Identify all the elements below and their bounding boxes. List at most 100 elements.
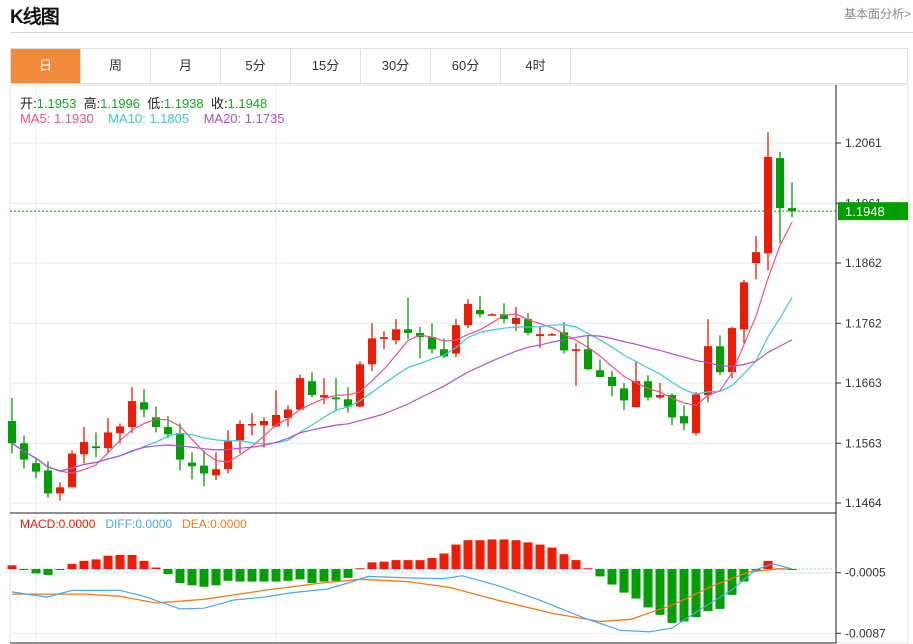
candle-body bbox=[224, 441, 232, 470]
candle-body bbox=[392, 329, 400, 341]
diff-value: DIFF:0.0000 bbox=[105, 517, 173, 531]
candle bbox=[572, 343, 580, 387]
candle-body bbox=[236, 423, 244, 441]
candle bbox=[128, 387, 136, 434]
candle-body bbox=[464, 304, 472, 326]
candle-body bbox=[32, 463, 40, 472]
candle bbox=[740, 279, 748, 344]
macd-bar bbox=[223, 569, 233, 581]
macd-bar bbox=[643, 569, 653, 608]
macd-bar bbox=[79, 560, 89, 569]
close-value: 1.1948 bbox=[227, 96, 268, 111]
candle-body bbox=[740, 282, 748, 330]
ma5-value: MA5: 1.1930 bbox=[20, 111, 94, 126]
macd-bar bbox=[343, 569, 353, 578]
macd-bar bbox=[307, 569, 317, 584]
macd-bar bbox=[571, 560, 581, 569]
macd-bar bbox=[439, 553, 449, 569]
macd-bar bbox=[103, 555, 113, 569]
candle bbox=[596, 359, 604, 377]
open-value: 1.1953 bbox=[36, 96, 77, 111]
macd-tick-label: -0.0005 bbox=[845, 566, 886, 580]
candle bbox=[140, 389, 148, 418]
macd-bar bbox=[607, 569, 617, 585]
macd-bar bbox=[427, 557, 437, 569]
macd-bar bbox=[415, 560, 425, 569]
candle bbox=[80, 427, 88, 464]
candle-body bbox=[92, 446, 100, 449]
candle bbox=[728, 326, 736, 379]
candle bbox=[524, 313, 532, 336]
macd-bar bbox=[7, 565, 17, 569]
candle bbox=[680, 405, 688, 431]
candle-body bbox=[596, 370, 604, 377]
macd-bar bbox=[319, 569, 329, 582]
macd-bar bbox=[19, 569, 29, 570]
candle bbox=[224, 430, 232, 474]
macd-bar bbox=[67, 563, 77, 569]
candle bbox=[92, 432, 100, 458]
candle-body bbox=[572, 349, 580, 352]
macd-bar bbox=[331, 569, 341, 581]
macd-bar bbox=[487, 539, 497, 569]
high-label: 高: bbox=[83, 96, 101, 111]
low-value: 1.1938 bbox=[163, 96, 204, 111]
candle bbox=[248, 413, 256, 436]
candle-body bbox=[380, 337, 388, 339]
macd-bar bbox=[547, 547, 557, 569]
candle-body bbox=[632, 381, 640, 408]
candle-body bbox=[584, 349, 592, 370]
close-label: 收: bbox=[210, 96, 228, 111]
candle bbox=[752, 235, 760, 280]
candle-body bbox=[428, 337, 436, 350]
candle bbox=[308, 372, 316, 398]
candle-body bbox=[332, 397, 340, 400]
macd-bar bbox=[403, 560, 413, 569]
macd-bar bbox=[55, 569, 65, 570]
candle-body bbox=[320, 395, 328, 398]
candle-body bbox=[56, 487, 64, 494]
candle bbox=[488, 313, 496, 316]
candle bbox=[560, 322, 568, 354]
price-tick-label: 1.1762 bbox=[845, 316, 882, 330]
candle-body bbox=[608, 376, 616, 387]
candle-body bbox=[620, 388, 628, 401]
candle bbox=[584, 335, 592, 371]
macd-bar bbox=[631, 569, 641, 599]
macd-bar bbox=[139, 560, 149, 569]
macd-bar bbox=[127, 554, 137, 569]
candle bbox=[608, 370, 616, 397]
candle bbox=[416, 326, 424, 359]
candle bbox=[452, 319, 460, 358]
dea-value: DEA:0.0000 bbox=[182, 517, 247, 531]
candle bbox=[620, 382, 628, 411]
candle-body bbox=[248, 423, 256, 426]
candle-body bbox=[764, 156, 772, 254]
macd-bar bbox=[619, 569, 629, 593]
macd-bar bbox=[283, 569, 293, 581]
macd-bar bbox=[163, 569, 173, 575]
candle-body bbox=[128, 401, 136, 428]
high-value: 1.1996 bbox=[100, 96, 141, 111]
candle bbox=[296, 374, 304, 411]
macd-bar bbox=[91, 559, 101, 569]
macd-bar bbox=[247, 569, 257, 582]
ohlc-info: 开:1.1953 高:1.1996 低:1.1938 收:1.1948 bbox=[20, 93, 267, 112]
candle-body bbox=[296, 378, 304, 410]
candle bbox=[716, 335, 724, 376]
macd-bar bbox=[259, 569, 269, 582]
candle bbox=[692, 392, 700, 436]
candle-body bbox=[8, 420, 16, 444]
ma5-line bbox=[11, 221, 793, 474]
macd-bar bbox=[115, 554, 125, 569]
candle-body bbox=[752, 252, 760, 263]
macd-value: MACD:0.0000 bbox=[20, 517, 96, 531]
candle bbox=[188, 452, 196, 480]
macd-bar bbox=[151, 567, 161, 569]
macd-bar bbox=[199, 569, 209, 587]
macd-bar bbox=[295, 569, 305, 580]
candle bbox=[212, 452, 220, 481]
candle-body bbox=[536, 334, 544, 336]
macd-bar bbox=[667, 569, 677, 623]
candle-body bbox=[548, 334, 556, 336]
